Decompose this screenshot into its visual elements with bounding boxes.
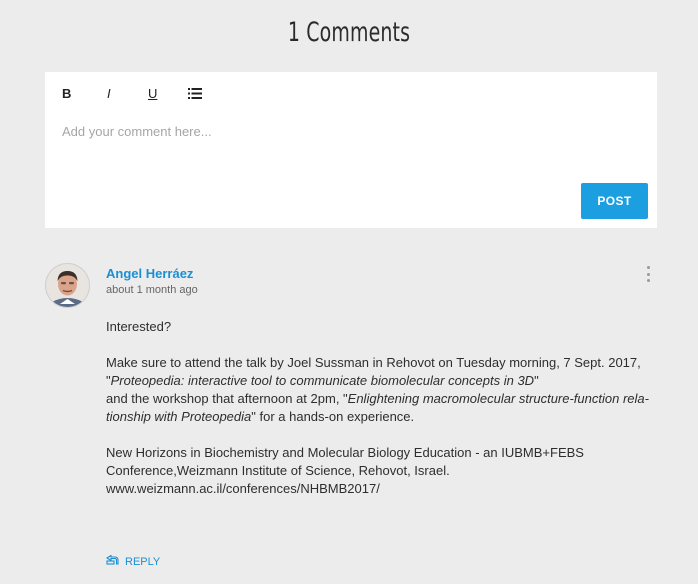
editor-toolbar: B I U xyxy=(45,72,657,112)
comment-paragraph: Make sure to attend the talk by Joel Sus… xyxy=(106,354,654,426)
comments-count-title: 1 Comments xyxy=(287,17,411,48)
talk-title: Proteopedia: interactive tool to communi… xyxy=(110,373,535,388)
avatar xyxy=(45,263,90,308)
bold-button[interactable]: B xyxy=(62,86,71,101)
list-icon[interactable] xyxy=(188,87,202,102)
reply-label: REPLY xyxy=(125,555,161,568)
comment-text: and the workshop that afternoon at 2pm, … xyxy=(106,391,348,406)
comment-line: New Horizons in Biochemistry and Molecul… xyxy=(106,445,584,478)
more-vertical-icon[interactable] xyxy=(641,266,655,282)
kebab-dot xyxy=(646,272,650,276)
kebab-dot xyxy=(646,279,650,282)
italic-button[interactable]: I xyxy=(107,86,111,101)
post-button[interactable]: POST xyxy=(581,183,648,219)
reply-icon xyxy=(105,554,119,568)
comment-input[interactable] xyxy=(62,124,622,214)
comment-editor: B I U POST xyxy=(45,72,657,228)
reply-button[interactable]: REPLY xyxy=(105,554,161,568)
comment-text: " for a hands-on experience. xyxy=(251,409,415,424)
comment-author-link[interactable]: Angel Herráez xyxy=(106,266,193,281)
underline-button[interactable]: U xyxy=(148,86,157,101)
comment-body: Interested? Make sure to attend the talk… xyxy=(106,318,654,498)
comment-url: www.weizmann.ac.il/conferences/NHBMB2017… xyxy=(106,481,380,496)
comment-line: Interested? xyxy=(106,319,172,334)
comment-text: " xyxy=(534,373,539,388)
comment-timestamp: about 1 month ago xyxy=(106,284,198,296)
kebab-dot xyxy=(646,266,650,269)
